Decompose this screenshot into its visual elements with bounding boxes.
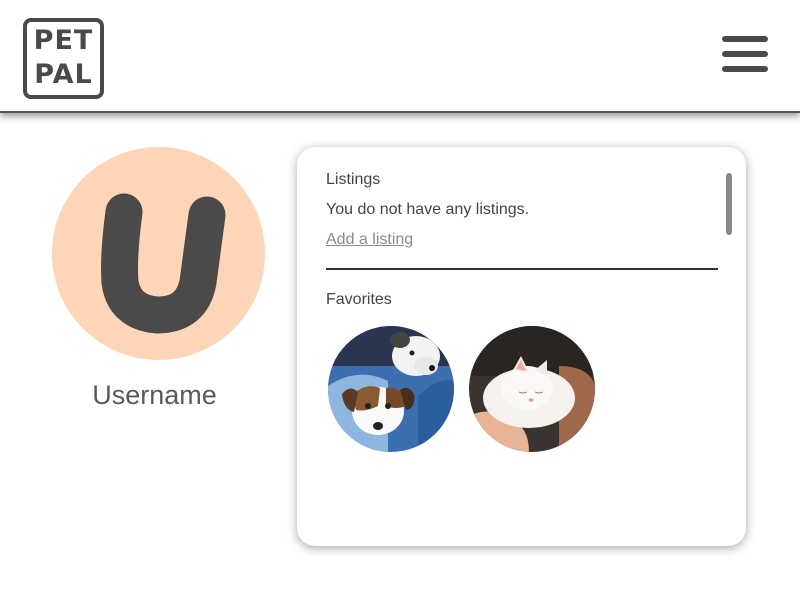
hamburger-menu-icon[interactable] (722, 36, 768, 74)
add-listing-link[interactable]: Add a listing (326, 231, 413, 249)
petpal-logo[interactable]: PET PAL (23, 18, 104, 99)
logo-text-top: PET (33, 25, 94, 56)
favorites-heading: Favorites (326, 291, 392, 308)
menu-bar (722, 66, 768, 72)
profile-panel: Listings You do not have any listings. A… (297, 147, 746, 546)
favorite-kitten-photo[interactable] (469, 326, 595, 452)
avatar (52, 147, 265, 360)
section-divider (326, 268, 718, 270)
username-label: Username (92, 380, 217, 410)
menu-bar (722, 36, 768, 42)
favorite-dogs-photo[interactable] (328, 326, 454, 452)
kitten-image (469, 326, 595, 452)
panel-scrollbar[interactable] (726, 173, 732, 235)
avatar-letter-icon (101, 193, 226, 334)
top-bar: PET PAL (0, 0, 800, 113)
menu-bar (722, 51, 768, 57)
logo-text-bottom: PAL (34, 59, 93, 90)
listings-heading: Listings (326, 171, 381, 188)
listings-empty-message: You do not have any listings. (326, 201, 530, 218)
dogs-image (328, 326, 454, 452)
